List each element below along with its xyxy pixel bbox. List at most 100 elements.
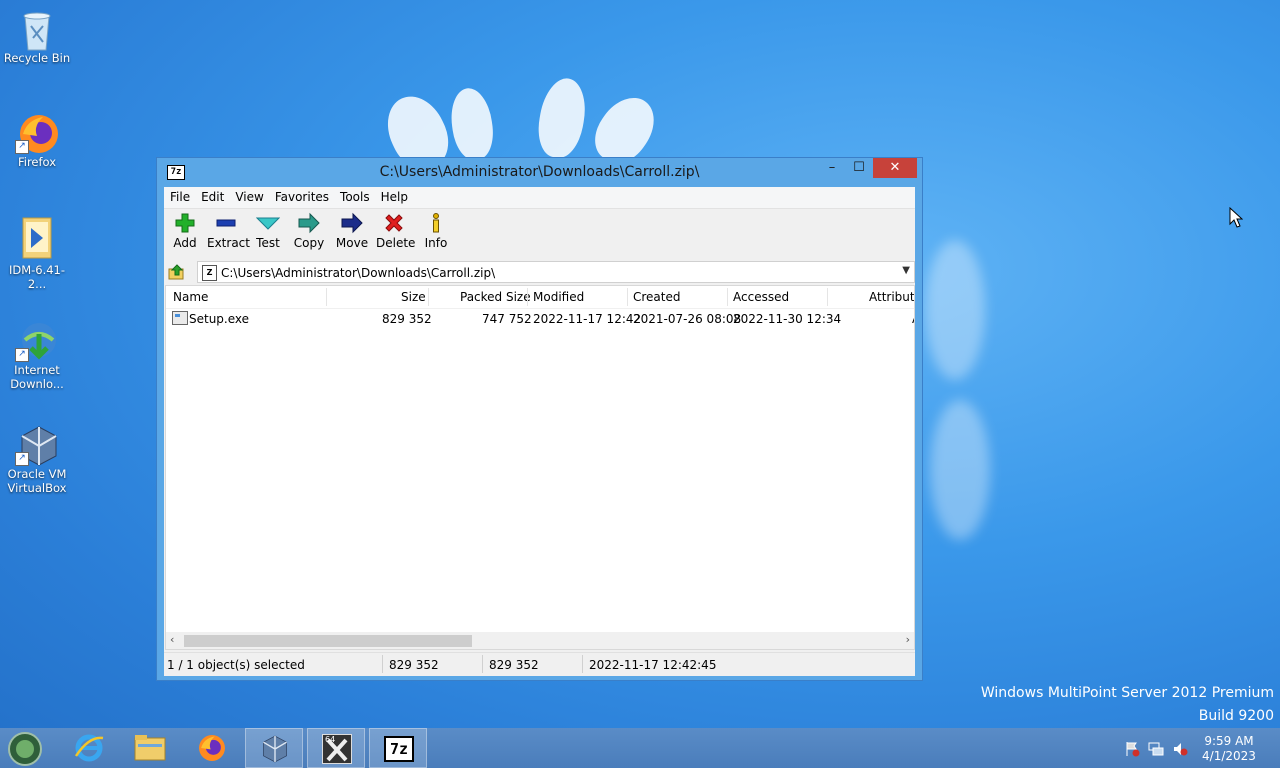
chevron-down-icon[interactable]: ▼ bbox=[902, 265, 910, 276]
add-button[interactable]: Add bbox=[171, 212, 199, 250]
menu-view[interactable]: View bbox=[229, 187, 268, 205]
info-icon bbox=[422, 212, 450, 234]
firefox-icon bbox=[199, 735, 225, 761]
file-explorer-button[interactable] bbox=[121, 728, 179, 768]
close-button[interactable]: ✕ bbox=[873, 158, 917, 178]
title-bar[interactable]: 7z C:\Users\Administrator\Downloads\Carr… bbox=[157, 158, 922, 187]
menu-file[interactable]: File bbox=[164, 187, 195, 205]
copy-label: Copy bbox=[293, 236, 325, 250]
mouse-cursor-icon bbox=[1229, 206, 1244, 232]
cell-created: 2021-07-26 08:08 bbox=[633, 312, 742, 326]
info-button[interactable]: Info bbox=[422, 212, 450, 250]
move-button[interactable]: Move bbox=[335, 212, 369, 250]
shortcut-arrow-icon: ↗ bbox=[15, 452, 29, 466]
desktop-icon-firefox[interactable]: ↗ Firefox bbox=[0, 112, 74, 169]
desktop-icon-idm-folder[interactable]: IDM-6.41-2... bbox=[0, 214, 74, 291]
extract-button[interactable]: Extract bbox=[207, 212, 250, 250]
os-edition-watermark: Windows MultiPoint Server 2012 Premium bbox=[980, 685, 1274, 701]
menu-bar: File Edit View Favorites Tools Help bbox=[164, 187, 915, 209]
firefox-icon: ↗ bbox=[15, 112, 58, 154]
column-header-created[interactable]: Created bbox=[633, 290, 681, 304]
test-label: Test bbox=[256, 236, 280, 250]
desktop-icon-label: Internet Downlo... bbox=[10, 363, 64, 391]
cell-name: Setup.exe bbox=[189, 312, 250, 326]
os-build-watermark: Build 9200 bbox=[1198, 708, 1274, 724]
copy-button[interactable]: Copy bbox=[293, 212, 325, 250]
scrollbar-thumb[interactable] bbox=[184, 635, 472, 647]
horizontal-scrollbar[interactable]: ‹ › bbox=[166, 632, 914, 649]
virtualbox-taskbar-button[interactable] bbox=[245, 728, 303, 768]
internet-explorer-button[interactable] bbox=[60, 728, 118, 768]
status-size: 829 352 bbox=[389, 658, 439, 672]
column-header-attribute[interactable]: Attribute bbox=[869, 290, 914, 304]
clock-date: 4/1/2023 bbox=[1202, 749, 1256, 763]
maximize-button[interactable]: ☐ bbox=[848, 158, 870, 178]
window-client-area: File Edit View Favorites Tools Help Add Extra… bbox=[164, 187, 915, 676]
test-button[interactable]: Test bbox=[254, 212, 282, 250]
address-combobox[interactable]: Z C:\Users\Administrator\Downloads\Carro… bbox=[197, 261, 915, 283]
cell-modified: 2022-11-17 12:42 bbox=[533, 312, 642, 326]
delete-x-icon bbox=[376, 212, 412, 234]
desktop-icon-label: Oracle VM VirtualBox bbox=[7, 467, 67, 495]
column-header-packed-size[interactable]: Packed Size bbox=[460, 290, 531, 304]
scroll-left-icon[interactable]: ‹ bbox=[170, 633, 174, 646]
menu-help[interactable]: Help bbox=[375, 187, 413, 205]
cell-size: 829 352 bbox=[382, 312, 432, 326]
desktop-icon-label: Firefox bbox=[17, 155, 57, 169]
desktop-icon-label: IDM-6.41-2... bbox=[8, 263, 66, 291]
status-selection: 1 / 1 object(s) selected bbox=[167, 658, 305, 672]
desktop-icon-virtualbox[interactable]: ↗ Oracle VM VirtualBox bbox=[0, 424, 74, 495]
delete-label: Delete bbox=[376, 236, 416, 250]
7zip-taskbar-button[interactable]: 7z bbox=[369, 728, 427, 768]
copy-arrow-icon bbox=[293, 212, 325, 234]
status-bar: 1 / 1 object(s) selected 829 352 829 352… bbox=[164, 652, 915, 676]
recycle-bin-icon bbox=[17, 8, 57, 51]
delete-button[interactable]: Delete bbox=[376, 212, 416, 250]
address-path: C:\Users\Administrator\Downloads\Carroll… bbox=[221, 266, 496, 280]
taskbar: 64 7z 9:59 AM 4/1/2023 bbox=[0, 728, 1280, 768]
checkmark-icon bbox=[254, 212, 282, 234]
shortcut-arrow-icon: ↗ bbox=[15, 348, 29, 362]
clock-time: 9:59 AM bbox=[1204, 734, 1254, 748]
virtualbox-icon: ↗ bbox=[15, 424, 57, 466]
move-arrow-icon bbox=[335, 212, 369, 234]
virtualbox-icon bbox=[263, 735, 287, 763]
plus-icon bbox=[171, 212, 199, 234]
start-button[interactable] bbox=[0, 728, 52, 768]
clock[interactable]: 9:59 AM 4/1/2023 bbox=[1198, 734, 1260, 764]
volume-muted-icon[interactable] bbox=[1172, 741, 1188, 756]
idm-icon: ↗ bbox=[15, 320, 57, 362]
file-list[interactable]: Name Size Packed Size Modified Created A… bbox=[165, 285, 915, 650]
minimize-button[interactable]: – bbox=[821, 158, 843, 178]
list-header: Name Size Packed Size Modified Created A… bbox=[166, 286, 914, 309]
column-header-name[interactable]: Name bbox=[173, 290, 208, 304]
desktop-icon-recycle-bin[interactable]: Recycle Bin bbox=[0, 8, 74, 65]
action-center-flag-icon[interactable] bbox=[1124, 741, 1140, 757]
menu-tools[interactable]: Tools bbox=[334, 187, 375, 205]
x64-app-taskbar-button[interactable]: 64 bbox=[307, 728, 365, 768]
add-label: Add bbox=[173, 236, 197, 250]
table-row[interactable]: Setup.exe 829 352 747 752 2022-11-17 12:… bbox=[166, 308, 914, 329]
menu-favorites[interactable]: Favorites bbox=[269, 187, 334, 205]
internet-explorer-icon bbox=[74, 734, 104, 762]
firefox-taskbar-button[interactable] bbox=[183, 728, 241, 768]
extract-label: Extract bbox=[207, 236, 250, 250]
7zip-file-manager-window[interactable]: 7z C:\Users\Administrator\Downloads\Carr… bbox=[156, 157, 923, 681]
exe-file-icon bbox=[172, 311, 188, 325]
column-header-modified[interactable]: Modified bbox=[533, 290, 584, 304]
column-header-accessed[interactable]: Accessed bbox=[733, 290, 789, 304]
start-orb-icon bbox=[8, 732, 42, 766]
folder-up-icon[interactable] bbox=[168, 263, 186, 281]
folder-icon bbox=[17, 214, 57, 260]
scroll-right-icon[interactable]: › bbox=[906, 633, 910, 646]
column-header-size[interactable]: Size bbox=[401, 290, 426, 304]
desktop-icon-idm[interactable]: ↗ Internet Downlo... bbox=[0, 320, 74, 391]
zip-archive-icon: Z bbox=[202, 265, 217, 281]
menu-edit[interactable]: Edit bbox=[195, 187, 229, 205]
file-explorer-icon bbox=[134, 735, 166, 761]
network-icon[interactable] bbox=[1148, 741, 1164, 756]
cell-accessed: 2022-11-30 12:34 bbox=[733, 312, 842, 326]
info-label: Info bbox=[424, 236, 448, 250]
desktop-icon-label: Recycle Bin bbox=[3, 51, 71, 65]
window-title: C:\Users\Administrator\Downloads\Carroll… bbox=[379, 164, 700, 180]
